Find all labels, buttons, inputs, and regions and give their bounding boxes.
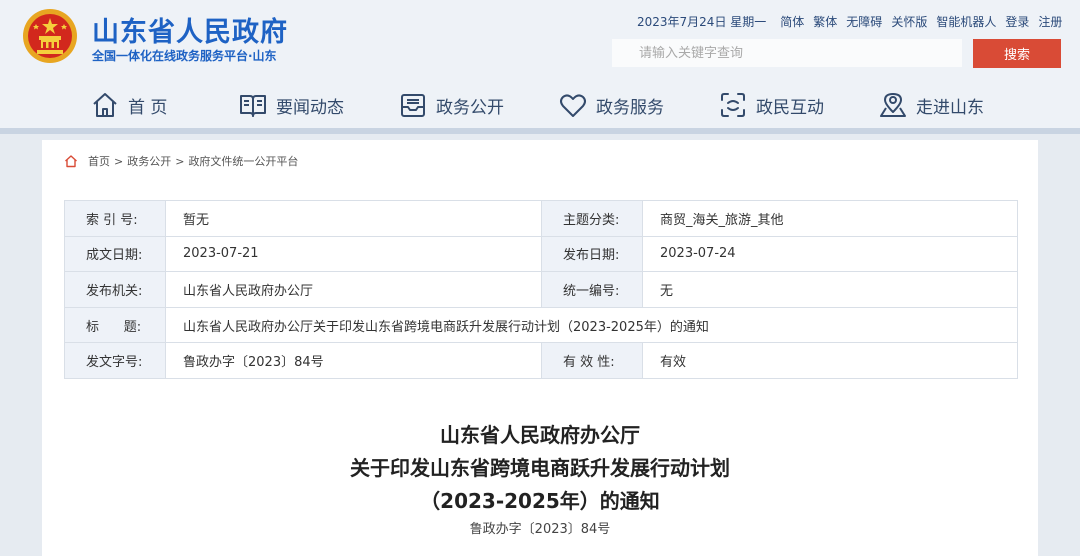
- table-row: 发文字号: 鲁政办字〔2023〕84号 有 效 性: 有效: [64, 342, 1018, 379]
- nav-label: 政务公开: [436, 97, 504, 118]
- accessibility-link[interactable]: 无障碍: [846, 13, 882, 30]
- site-title[interactable]: 山东省人民政府: [92, 10, 288, 49]
- location-icon: [880, 93, 906, 117]
- simplified-link[interactable]: 简体: [780, 13, 804, 30]
- home-icon[interactable]: [64, 154, 78, 168]
- nav-item-news[interactable]: 要闻动态: [238, 82, 344, 128]
- table-row: 索 引 号: 暂无 主题分类: 商贸_海关_旅游_其他: [64, 200, 1018, 237]
- document-title-line2: 关于印发山东省跨境电商跃升发展行动计划: [350, 456, 730, 480]
- care-mode-link[interactable]: 关怀版: [891, 13, 927, 30]
- table-row: 标 题: 山东省人民政府办公厅关于印发山东省跨境电商跃升发展行动计划（2023-…: [64, 306, 1018, 344]
- nav-item-gov-affairs[interactable]: 政务公开: [398, 82, 504, 128]
- breadcrumb-separator: >: [175, 154, 185, 168]
- document-meta-table: 索 引 号: 暂无 主题分类: 商贸_海关_旅游_其他 成文日期: 2023-0…: [64, 200, 1018, 379]
- home-icon: [93, 93, 117, 117]
- login-link[interactable]: 登录: [1005, 13, 1029, 30]
- breadcrumb: 首页 > 政务公开 > 政府文件统一公开平台: [64, 153, 298, 169]
- document-number: 鲁政办字〔2023〕84号: [469, 522, 611, 537]
- validity-label: 有 效 性:: [541, 342, 643, 379]
- nav-item-shandong[interactable]: 走进山东: [878, 82, 984, 128]
- site-subtitle: 全国一体化在线政务服务平台·山东: [92, 49, 277, 63]
- publish-date-label: 发布日期:: [541, 235, 643, 273]
- register-link[interactable]: 注册: [1038, 13, 1062, 30]
- traditional-link[interactable]: 繁体: [813, 13, 837, 30]
- nav-item-home[interactable]: 首 页: [90, 82, 167, 128]
- nav-label: 政民互动: [756, 97, 824, 118]
- breadcrumb-gov-affairs[interactable]: 政务公开: [127, 153, 171, 169]
- title-value: 山东省人民政府办公厅关于印发山东省跨境电商跃升发展行动计划（2023-2025年…: [165, 306, 1018, 344]
- validity-value: 有效: [642, 342, 1018, 379]
- topic-label: 主题分类:: [541, 200, 643, 237]
- publish-date-value: 2023-07-24: [642, 235, 1018, 273]
- index-value: 暂无: [165, 200, 542, 237]
- heart-icon: [560, 94, 586, 117]
- top-links: 2023年7月24日 星期一 简体 繁体 无障碍 关怀版 智能机器人 登录 注册: [637, 13, 1062, 30]
- current-date: 2023年7月24日 星期一: [637, 15, 767, 29]
- inbox-icon: [401, 94, 425, 117]
- site-header: 山东省人民政府 全国一体化在线政务服务平台·山东 2023年7月24日 星期一 …: [0, 0, 1080, 133]
- national-emblem-icon[interactable]: [22, 8, 78, 64]
- search-input[interactable]: [612, 39, 962, 67]
- nav-label: 首 页: [128, 97, 168, 118]
- table-row: 成文日期: 2023-07-21 发布日期: 2023-07-24: [64, 235, 1018, 273]
- title-label: 标 题:: [64, 306, 166, 344]
- nav-label: 政务服务: [596, 97, 664, 118]
- book-icon: [240, 95, 266, 117]
- breadcrumb-home[interactable]: 首页: [88, 153, 110, 169]
- serial-value: 无: [642, 271, 1018, 308]
- nav-item-interaction[interactable]: 政民互动: [718, 82, 824, 128]
- index-label: 索 引 号:: [64, 200, 166, 237]
- search-button[interactable]: 搜索: [973, 39, 1061, 68]
- breadcrumb-separator: >: [114, 154, 124, 168]
- issuer-label: 发布机关:: [64, 271, 166, 308]
- doc-number-value: 鲁政办字〔2023〕84号: [165, 342, 542, 379]
- interaction-icon: [721, 93, 745, 117]
- nav-item-services[interactable]: 政务服务: [558, 82, 664, 128]
- table-row: 发布机关: 山东省人民政府办公厅 统一编号: 无: [64, 271, 1018, 308]
- document-title-line1: 山东省人民政府办公厅: [440, 423, 640, 447]
- serial-label: 统一编号:: [541, 271, 643, 308]
- created-date-value: 2023-07-21: [165, 235, 542, 273]
- breadcrumb-platform[interactable]: 政府文件统一公开平台: [188, 153, 298, 169]
- robot-link[interactable]: 智能机器人: [936, 13, 996, 30]
- document-title-line3: （2023-2025年）的通知: [420, 489, 660, 513]
- main-nav: 首 页 要闻动态 政务公开 政务服务 政民互动 走进山东: [0, 82, 1080, 128]
- issuer-value: 山东省人民政府办公厅: [165, 271, 542, 308]
- doc-number-label: 发文字号:: [64, 342, 166, 379]
- nav-label: 要闻动态: [276, 97, 344, 118]
- created-date-label: 成文日期:: [64, 235, 166, 273]
- nav-label: 走进山东: [916, 97, 984, 118]
- header-divider: [0, 128, 1080, 134]
- topic-value: 商贸_海关_旅游_其他: [642, 200, 1018, 237]
